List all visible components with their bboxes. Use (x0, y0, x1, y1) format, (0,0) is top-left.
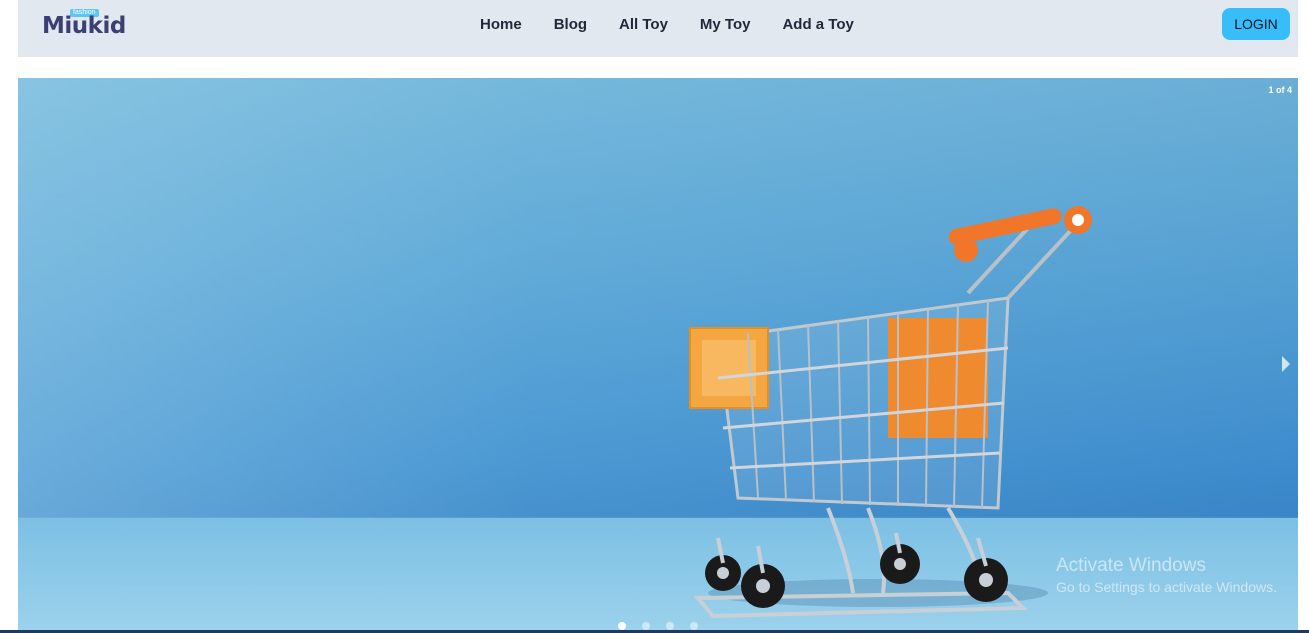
main-nav: Home Blog All Toy My Toy Add a Toy (480, 16, 886, 33)
nav-link-add-toy[interactable]: Add a Toy (782, 16, 853, 33)
login-button[interactable]: LOGIN (1222, 8, 1290, 40)
navbar: fashion Miukid Home Blog All Toy My Toy … (18, 0, 1298, 57)
windows-activation-watermark: Activate Windows Go to Settings to activ… (1056, 554, 1277, 596)
logo-text: Miukid (42, 13, 126, 39)
carousel-dots (618, 622, 698, 630)
nav-link-home[interactable]: Home (480, 16, 522, 33)
watermark-subtitle: Go to Settings to activate Windows. (1056, 579, 1277, 595)
nav-link-my-toy[interactable]: My Toy (700, 16, 751, 33)
nav-link-blog[interactable]: Blog (554, 16, 587, 33)
page: fashion Miukid Home Blog All Toy My Toy … (0, 0, 1309, 633)
carousel-dot-3[interactable] (666, 622, 674, 630)
carousel-dot-4[interactable] (690, 622, 698, 630)
slide-counter: 1 of 4 (1268, 85, 1292, 95)
carousel-dot-2[interactable] (642, 622, 650, 630)
watermark-title: Activate Windows (1056, 555, 1206, 576)
chevron-right-icon[interactable] (1282, 356, 1290, 372)
nav-link-all-toy[interactable]: All Toy (619, 16, 668, 33)
hero-carousel[interactable]: 1 of 4 Activate Windows Go to Settings t… (18, 78, 1298, 633)
carousel-dot-1[interactable] (618, 622, 626, 630)
brand-logo[interactable]: fashion Miukid (42, 6, 126, 46)
cart-wheels (705, 532, 1008, 608)
